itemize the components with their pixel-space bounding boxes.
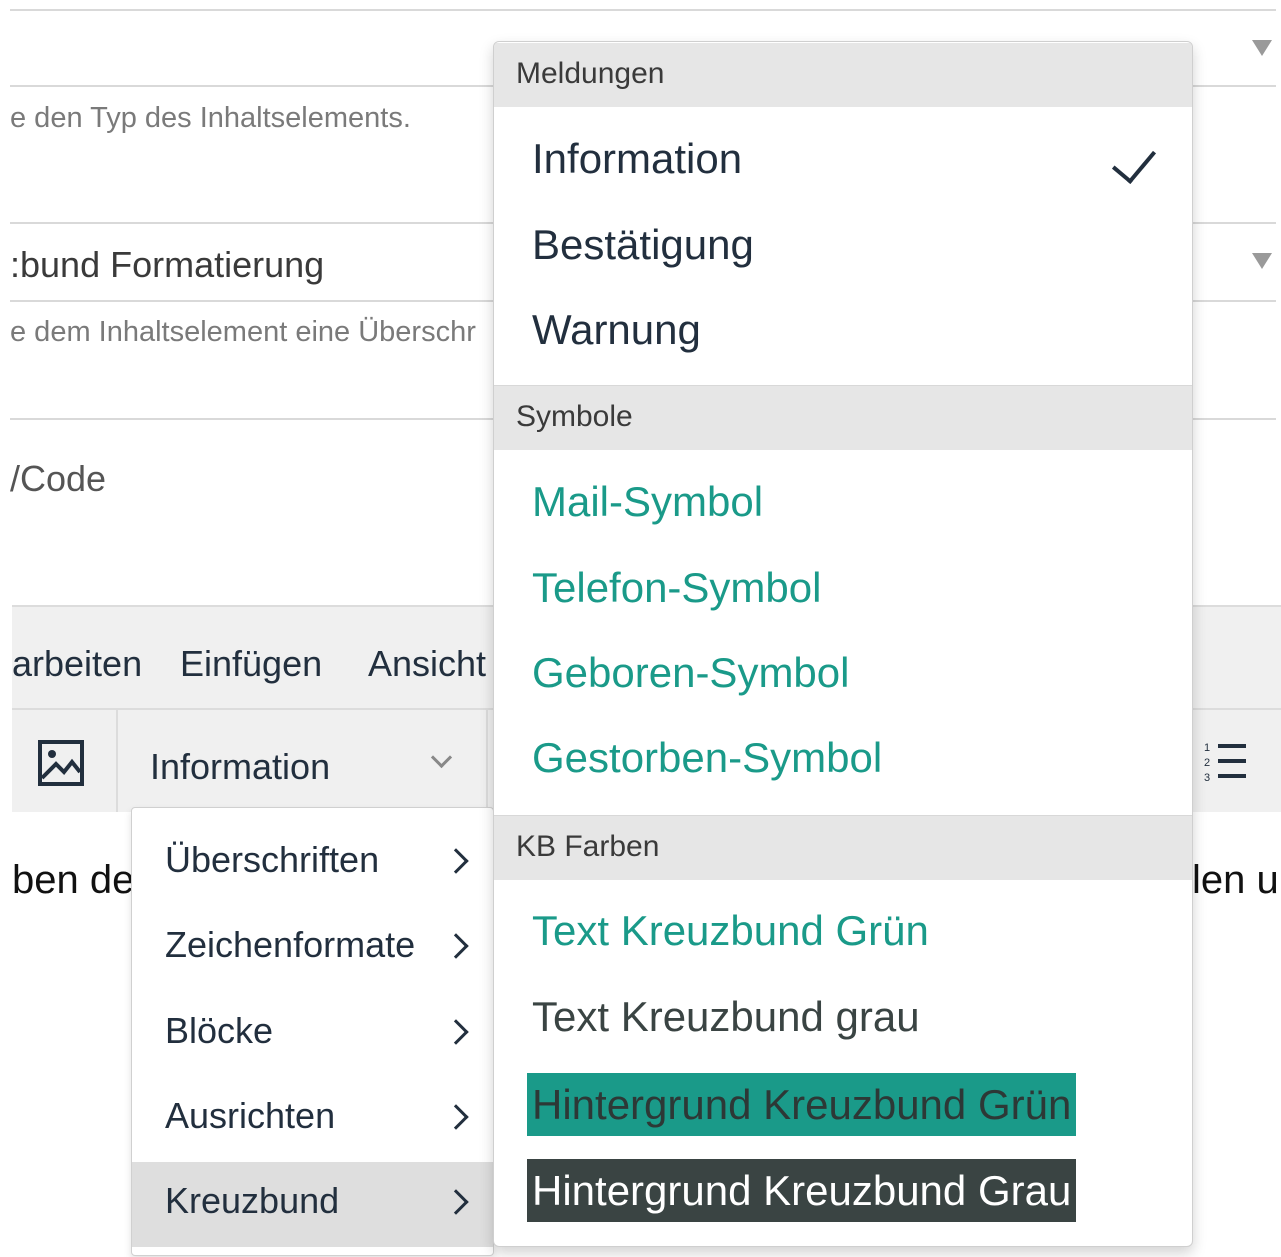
format-submenu: Überschriften Zeichenformate Blöcke Ausr… (131, 807, 494, 1256)
group-header-kb-farben: KB Farben (494, 815, 1192, 880)
style-item-hintergrund-kreuzbund-gruen[interactable]: Hintergrund Kreuzbund Grün (494, 1062, 1192, 1147)
content-text-left: ben de (12, 858, 131, 902)
chevron-right-icon (443, 1189, 469, 1215)
select-caret-icon[interactable] (1252, 40, 1272, 56)
chevron-right-icon (443, 848, 469, 874)
header-layout-select[interactable]: :bund Formatierung (10, 244, 324, 286)
submenu-item-zeichenformate[interactable]: Zeichenformate (132, 906, 493, 991)
submenu-item-bloecke[interactable]: Blöcke (132, 992, 493, 1077)
group-header-symbole: Symbole (494, 385, 1192, 450)
style-item-mail-symbol[interactable]: Mail-Symbol (494, 462, 1192, 547)
style-item-information[interactable]: Information (494, 119, 1192, 204)
style-item-gestorben-symbol[interactable]: Gestorben-Symbol (494, 718, 1192, 803)
kreuzbund-styles-dropdown: Meldungen Information Bestätigung Warnun… (493, 41, 1193, 1247)
chevron-right-icon (443, 933, 469, 959)
svg-text:3: 3 (1204, 772, 1210, 784)
submenu-item-ueberschriften[interactable]: Überschriften (132, 821, 493, 906)
svg-text:1: 1 (1204, 742, 1210, 754)
style-item-hintergrund-kreuzbund-grau[interactable]: Hintergrund Kreuzbund Grau (494, 1148, 1192, 1233)
style-item-geboren-symbol[interactable]: Geboren-Symbol (494, 633, 1192, 718)
chevron-down-icon[interactable] (430, 746, 453, 769)
submenu-item-ausrichten[interactable]: Ausrichten (132, 1077, 493, 1162)
group-header-meldungen: Meldungen (494, 43, 1192, 107)
style-item-text-kreuzbund-grau[interactable]: Text Kreuzbund grau (494, 977, 1192, 1062)
header-help-text: e dem Inhaltselement eine Überschr (10, 316, 476, 348)
code-label: /Code (10, 458, 107, 499)
content-text-right: len u (1192, 858, 1279, 902)
menu-bearbeiten[interactable]: arbeiten (12, 643, 142, 685)
style-item-bestaetigung[interactable]: Bestätigung (494, 205, 1192, 290)
image-icon[interactable] (38, 740, 84, 786)
svg-text:2: 2 (1204, 757, 1210, 769)
chevron-right-icon (443, 1104, 469, 1130)
style-item-text-kreuzbund-gruen[interactable]: Text Kreuzbund Grün (494, 891, 1192, 976)
menu-einfuegen[interactable]: Einfügen (180, 643, 322, 685)
select-caret-icon[interactable] (1252, 253, 1272, 269)
style-item-warnung[interactable]: Warnung (494, 290, 1192, 375)
chevron-right-icon (443, 1019, 469, 1045)
checkmark-icon (1111, 137, 1157, 185)
numbered-list-icon[interactable]: 1 2 3 (1204, 740, 1248, 784)
format-select[interactable]: Information (150, 746, 330, 788)
style-item-telefon-symbol[interactable]: Telefon-Symbol (494, 548, 1192, 633)
submenu-item-kreuzbund[interactable]: Kreuzbund (132, 1162, 493, 1247)
menu-ansicht[interactable]: Ansicht (368, 643, 486, 685)
type-help-text: e den Typ des Inhaltselements. (10, 102, 411, 134)
